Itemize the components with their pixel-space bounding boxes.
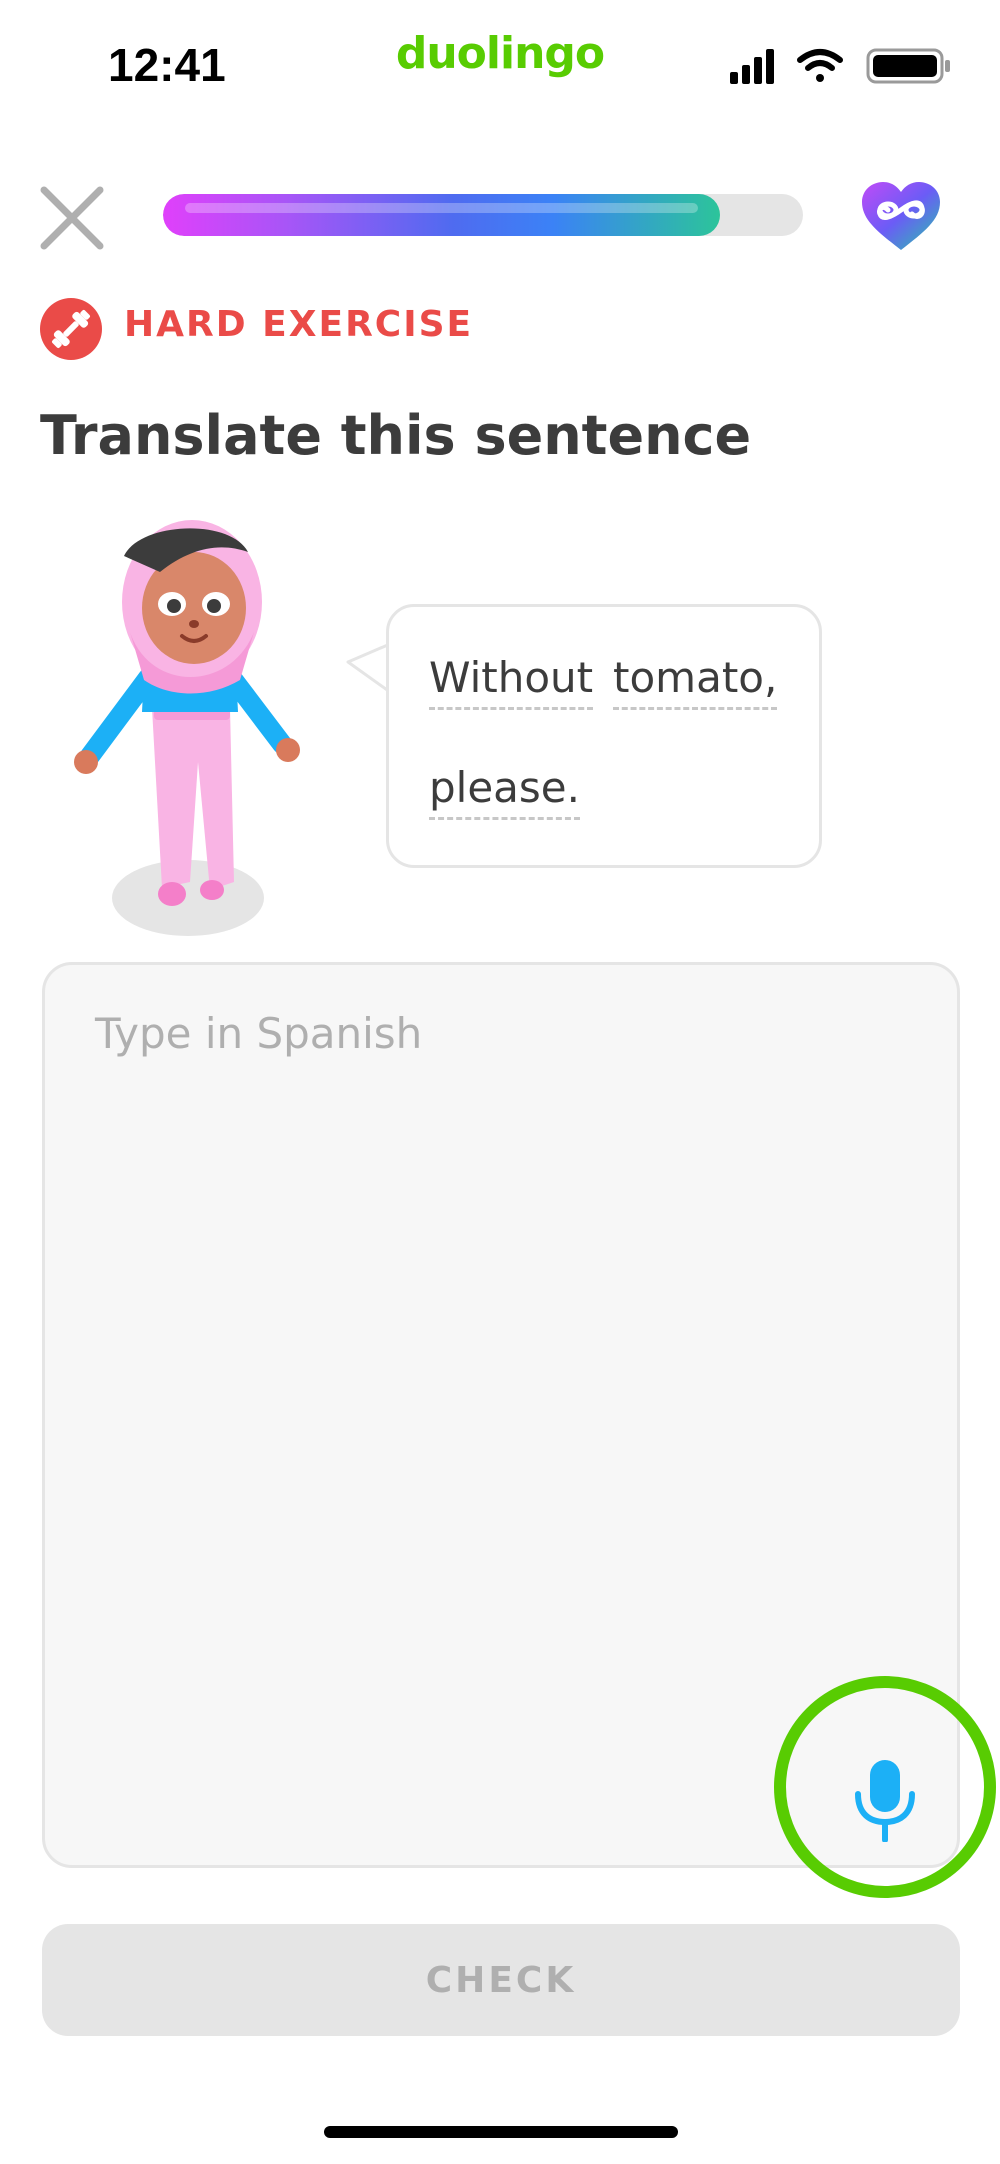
- lesson-screen: 12:41 duolingo HARD EXERCISE Translate t…: [0, 0, 1000, 2164]
- hard-exercise-label: HARD EXERCISE: [124, 304, 474, 345]
- exercise-title: Translate this sentence: [40, 404, 752, 467]
- dumbbell-icon: [40, 298, 102, 360]
- speech-bubble: Without tomato, please.: [386, 604, 822, 868]
- battery-icon: [866, 48, 950, 84]
- microphone-icon[interactable]: [850, 1758, 920, 1843]
- lesson-progress-fill: [163, 194, 720, 236]
- character-illustration: [70, 512, 320, 942]
- prompt-word[interactable]: tomato,: [613, 657, 778, 710]
- close-icon[interactable]: [38, 184, 106, 252]
- status-icons: [728, 46, 968, 86]
- check-button[interactable]: CHECK: [42, 1924, 960, 2036]
- prompt-word[interactable]: please.: [429, 767, 580, 820]
- infinity-heart-icon[interactable]: [860, 180, 942, 254]
- prompt-word[interactable]: Without: [429, 657, 594, 710]
- home-indicator[interactable]: [324, 2126, 678, 2138]
- signal-icon: [730, 49, 774, 84]
- progress-sheen: [185, 203, 698, 213]
- wifi-icon: [797, 49, 843, 82]
- lesson-progress-bar: [163, 194, 803, 236]
